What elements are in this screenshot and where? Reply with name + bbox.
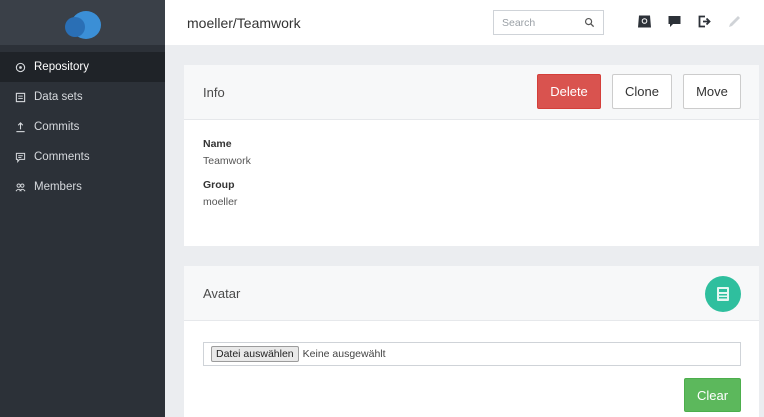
repository-avatar-icon (717, 287, 729, 301)
clone-button[interactable]: Clone (612, 74, 672, 109)
sidebar-item-comments[interactable]: Comments (0, 142, 165, 172)
delete-button[interactable]: Delete (537, 74, 601, 109)
avatar-image (705, 276, 741, 312)
search-input[interactable] (502, 16, 587, 29)
commit-icon (14, 121, 26, 133)
avatar-card-header: Avatar (184, 266, 759, 321)
logo-area (0, 0, 165, 45)
name-field: Name Teamwork (203, 138, 740, 167)
sidebar-item-label: Repository (34, 61, 89, 73)
field-label: Group (203, 179, 235, 191)
choose-file-button[interactable]: Datei auswählen (211, 346, 299, 362)
sidebar-item-label: Commits (34, 121, 80, 133)
info-card-header: Info Delete Clone Move (184, 65, 759, 120)
field-value: moeller (203, 196, 238, 208)
sidebar-item-label: Data sets (34, 91, 83, 103)
sidebar: Repository Data sets Commits Comments Me… (0, 0, 165, 417)
logout-icon[interactable] (695, 12, 713, 30)
sidebar-item-members[interactable]: Members (0, 172, 165, 202)
group-field: Group moeller (203, 179, 740, 208)
info-title: Info (203, 84, 225, 100)
info-card: Info Delete Clone Move Name Teamwork Gro… (184, 65, 759, 246)
sidebar-item-label: Comments (34, 151, 90, 163)
edit-icon[interactable] (725, 12, 743, 30)
sidebar-item-data-sets[interactable]: Data sets (0, 82, 165, 112)
sidebar-item-repository[interactable]: Repository (0, 52, 165, 82)
field-value: Teamwork (203, 155, 251, 167)
search-box (493, 10, 604, 35)
file-status: Keine ausgewählt (302, 348, 386, 360)
sidebar-item-commits[interactable]: Commits (0, 112, 165, 142)
file-input: Datei auswählen Keine ausgewählt (203, 342, 741, 366)
dataset-icon (14, 91, 26, 103)
app-logo[interactable] (63, 7, 103, 39)
move-button[interactable]: Move (683, 74, 741, 109)
search-icon[interactable] (584, 17, 595, 28)
info-body: Name Teamwork Group moeller (184, 120, 759, 226)
comment-icon (14, 151, 26, 163)
header-icons (635, 12, 755, 30)
avatar-title: Avatar (203, 285, 241, 301)
chat-icon[interactable] (665, 12, 683, 30)
sidebar-nav: Repository Data sets Commits Comments Me… (0, 52, 165, 202)
page-title: moeller/Teamwork (187, 14, 301, 31)
avatar-card: Avatar Datei auswählen Keine ausgewählt … (184, 266, 759, 417)
sidebar-item-label: Members (34, 181, 82, 193)
inbox-icon[interactable] (635, 12, 653, 30)
clear-button[interactable]: Clear (684, 378, 741, 412)
field-label: Name (203, 138, 232, 150)
members-icon (14, 181, 26, 193)
app: Repository Data sets Commits Comments Me… (0, 0, 764, 417)
header: moeller/Teamwork (165, 0, 764, 45)
repository-icon (14, 61, 26, 73)
